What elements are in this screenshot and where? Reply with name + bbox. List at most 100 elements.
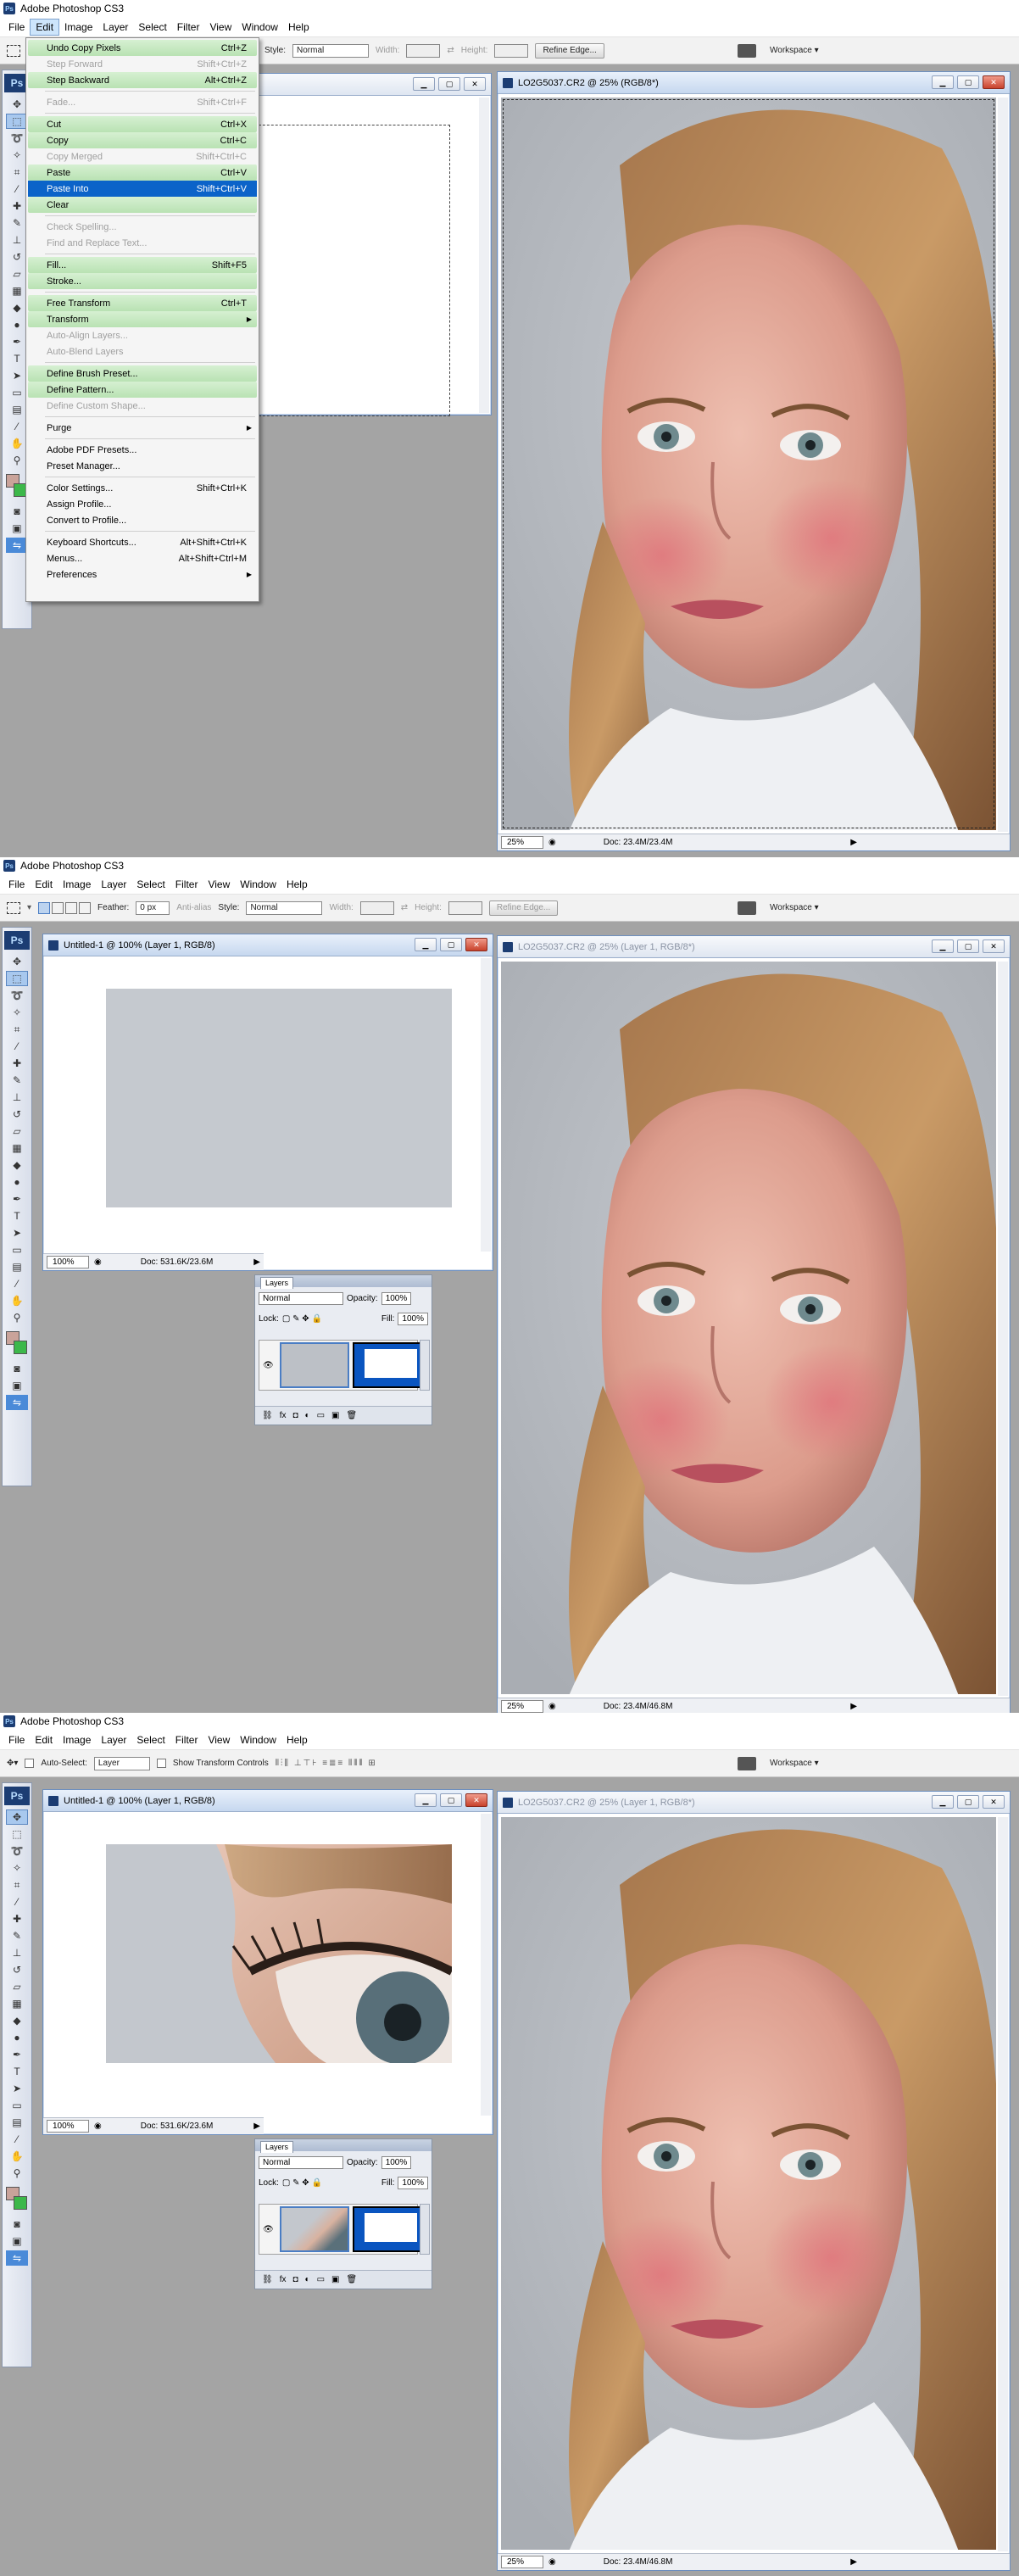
- path-select-icon[interactable]: ➤: [6, 1225, 28, 1241]
- untitled-document-window[interactable]: Untitled-1 @ 100% (Layer 1, RGB/8) ▁▢✕: [42, 1789, 493, 2135]
- blend-mode-select[interactable]: Normal: [259, 2155, 343, 2169]
- menu-select[interactable]: Select: [133, 20, 171, 35]
- style-select[interactable]: Normal: [292, 43, 370, 58]
- new-selection-icon[interactable]: [38, 901, 51, 914]
- menu-image[interactable]: Image: [58, 1732, 96, 1748]
- width-field[interactable]: [406, 43, 441, 58]
- edit-menu-item[interactable]: Transform ▶: [28, 311, 257, 327]
- folder-icon[interactable]: ▭: [317, 1411, 325, 1420]
- gradient-tool-icon[interactable]: ▦: [6, 1140, 28, 1156]
- move-tool-icon[interactable]: ✥▾: [7, 1759, 18, 1768]
- eraser-tool-icon[interactable]: ▱: [6, 1124, 28, 1139]
- move-tool-icon[interactable]: ✥: [6, 954, 28, 969]
- link-icon[interactable]: ⛓: [262, 2275, 273, 2284]
- edit-menu-item[interactable]: Paste Into Shift+Ctrl+V: [28, 181, 257, 197]
- minimize-icon[interactable]: ▁: [413, 77, 435, 91]
- marquee-tool-icon[interactable]: ⬚: [6, 1826, 28, 1842]
- minimize-icon[interactable]: ▁: [415, 1793, 437, 1807]
- history-brush-icon[interactable]: ↺: [6, 1107, 28, 1122]
- lock-icons[interactable]: ▢ ✎ ✥ 🔒: [282, 2178, 322, 2188]
- opacity-field[interactable]: 100%: [381, 1291, 412, 1305]
- brush-tool-icon[interactable]: ✎: [6, 1928, 28, 1943]
- marquee-tool-icon[interactable]: ⬚: [6, 971, 28, 986]
- dodge-tool-icon[interactable]: ●: [6, 2030, 28, 2045]
- zoom-field[interactable]: 100%: [47, 1256, 89, 1268]
- menu-window[interactable]: Window: [237, 20, 283, 35]
- healing-brush-icon[interactable]: ✚: [6, 1056, 28, 1071]
- close-icon[interactable]: ✕: [983, 75, 1005, 89]
- vertical-scrollbar[interactable]: [998, 962, 1008, 1696]
- refine-edge-button[interactable]: Refine Edge...: [488, 900, 559, 916]
- layer-mask-thumbnail[interactable]: [353, 2206, 422, 2252]
- feather-field[interactable]: 0 px: [136, 900, 170, 915]
- trash-icon[interactable]: 🗑: [346, 1411, 357, 1420]
- crop-tool-icon[interactable]: ⌗: [6, 1877, 28, 1893]
- adjustment-icon[interactable]: ◐: [305, 1411, 310, 1420]
- layer-row[interactable]: 👁: [259, 2204, 422, 2255]
- layers-tab[interactable]: Layers: [260, 2141, 294, 2153]
- palette-well-icon[interactable]: [738, 1756, 756, 1770]
- menu-window[interactable]: Window: [235, 877, 281, 892]
- quick-mask-icon[interactable]: ◙: [6, 2216, 28, 2232]
- menu-layer[interactable]: Layer: [97, 20, 133, 35]
- status-arrow-icon[interactable]: ▶: [253, 2122, 260, 2131]
- lasso-tool-icon[interactable]: ➰: [6, 988, 28, 1003]
- imageready-icon[interactable]: ⇋: [6, 1395, 28, 1410]
- auto-select-checkbox[interactable]: [25, 1759, 35, 1768]
- intersect-selection-icon[interactable]: [79, 901, 92, 914]
- eye-icon[interactable]: 👁: [263, 1361, 274, 1370]
- auto-select-select[interactable]: Layer: [93, 1756, 150, 1770]
- photo-document-window[interactable]: LO2G5037.CR2 @ 25% (Layer 1, RGB/8*) ▁ ▢ ✕: [497, 935, 1011, 1715]
- menu-select[interactable]: Select: [131, 1732, 170, 1748]
- mask-icon[interactable]: ◘: [292, 2275, 298, 2284]
- hand-tool-icon[interactable]: ✋: [6, 2149, 28, 2164]
- trash-icon[interactable]: 🗑: [346, 2275, 357, 2284]
- height-field[interactable]: [494, 43, 529, 58]
- edit-menu-item[interactable]: Free Transform Ctrl+T: [28, 295, 257, 311]
- fill-field[interactable]: 100%: [398, 2176, 428, 2189]
- color-swatches[interactable]: [6, 2187, 28, 2211]
- maximize-icon[interactable]: ▢: [438, 77, 460, 91]
- layer-mask-thumbnail[interactable]: [353, 1342, 422, 1388]
- antialias-checkbox-label[interactable]: Anti-alias: [176, 903, 211, 912]
- close-icon[interactable]: ✕: [465, 1793, 487, 1807]
- zoom-field[interactable]: 100%: [47, 2120, 89, 2133]
- status-arrow-icon[interactable]: ▶: [850, 838, 857, 847]
- imageready-icon[interactable]: ⇋: [6, 2250, 28, 2266]
- zoom-field[interactable]: 25%: [501, 1700, 543, 1713]
- menu-view[interactable]: View: [203, 1732, 235, 1748]
- vertical-scrollbar[interactable]: [479, 98, 489, 413]
- edit-menu-item[interactable]: Cut Ctrl+X: [28, 116, 257, 132]
- workspace-button[interactable]: Workspace ▾: [770, 1759, 819, 1768]
- color-swatches[interactable]: [6, 1331, 28, 1355]
- gradient-tool-icon[interactable]: ▦: [6, 1996, 28, 2011]
- magic-wand-icon[interactable]: ✧: [6, 1860, 28, 1876]
- layers-tab[interactable]: Layers: [260, 1277, 294, 1289]
- slice-tool-icon[interactable]: ⁄: [6, 1039, 28, 1054]
- layers-scrollbar[interactable]: [420, 2204, 430, 2255]
- edit-menu-item[interactable]: Stroke...: [28, 273, 257, 289]
- maximize-icon[interactable]: ▢: [957, 75, 979, 89]
- new-layer-icon[interactable]: ▣: [331, 1411, 339, 1420]
- notes-tool-icon[interactable]: ▤: [6, 2115, 28, 2130]
- brush-tool-icon[interactable]: ✎: [6, 1073, 28, 1088]
- close-icon[interactable]: ✕: [465, 938, 487, 951]
- menu-image[interactable]: Image: [59, 20, 97, 35]
- menu-edit[interactable]: Edit: [30, 877, 58, 892]
- fx-icon[interactable]: fx: [280, 2275, 287, 2284]
- close-icon[interactable]: ✕: [983, 940, 1005, 953]
- menu-file[interactable]: File: [3, 1732, 30, 1748]
- eraser-tool-icon[interactable]: ▱: [6, 1979, 28, 1994]
- zoom-field[interactable]: 25%: [501, 836, 543, 849]
- menu-layer[interactable]: Layer: [96, 877, 131, 892]
- edit-menu-item[interactable]: Menus... Alt+Shift+Ctrl+M: [28, 550, 257, 566]
- type-tool-icon[interactable]: T: [6, 2064, 28, 2079]
- edit-menu-item[interactable]: Fill... Shift+F5: [28, 257, 257, 273]
- move-tool-icon[interactable]: ✥: [6, 1809, 28, 1825]
- background-color[interactable]: [14, 1341, 27, 1354]
- hand-tool-icon[interactable]: ✋: [6, 1293, 28, 1308]
- status-menu-icon[interactable]: ◉: [94, 1257, 102, 1267]
- status-arrow-icon[interactable]: ▶: [850, 1702, 857, 1711]
- edit-menu-item[interactable]: Preferences ▶: [28, 566, 257, 583]
- palette-well-icon[interactable]: [738, 43, 756, 58]
